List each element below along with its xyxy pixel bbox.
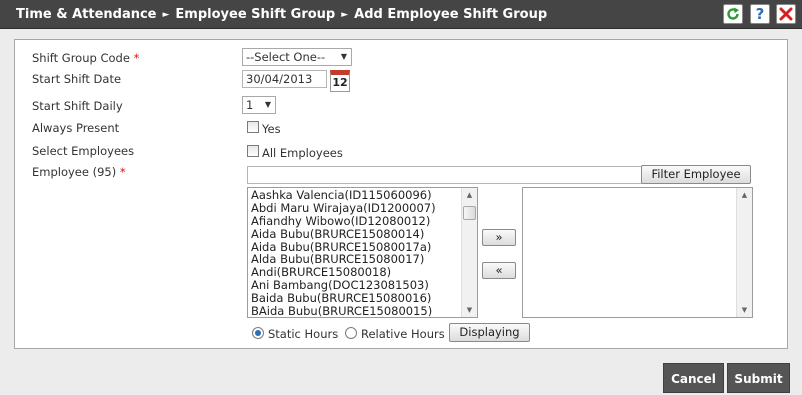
chevron-down-icon: ▼ [340,52,347,61]
static-hours-radio[interactable] [252,327,264,339]
breadcrumb: Time & Attendance ► Employee Shift Group ► A… [16,0,547,29]
list-item[interactable]: Aida Bubu(BRURCE15080014) [248,227,477,241]
refresh-button[interactable] [723,4,743,24]
selected-list-scrollbar[interactable]: ▲ ▼ [736,188,752,317]
shift-group-code-label: Shift Group Code * [32,51,140,65]
submit-button[interactable]: Submit [727,363,790,393]
chevron-down-icon: ▼ [264,100,271,109]
select-employees-label: Select Employees [32,144,135,158]
selected-employees-list[interactable]: ▲ ▼ [522,187,753,318]
start-shift-daily-select[interactable]: 1 ▼ [242,96,276,114]
displaying-button[interactable]: Displaying [449,323,530,342]
all-employees-checkbox[interactable] [247,145,259,157]
list-item[interactable]: BAida Bubu(BRURCE15080015) [248,305,477,317]
always-present-label: Always Present [32,121,120,135]
help-button[interactable]: ? [750,4,770,24]
start-shift-date-label: Start Shift Date [32,72,122,86]
relative-hours-radio[interactable] [345,327,357,339]
shift-group-code-value: --Select One-- [246,50,326,64]
relative-hours-label: Relative Hours [361,327,445,341]
start-shift-daily-value: 1 [246,98,254,112]
breadcrumb-separator: ► [162,10,170,20]
required-mark: * [119,165,126,179]
always-present-checkbox[interactable] [247,121,259,133]
page-title: Add Employee Shift Group [354,7,548,22]
close-icon [779,7,793,21]
list-item[interactable]: Afiandhy Wibowo(ID12080012) [248,214,477,228]
cancel-button[interactable]: Cancel [663,363,724,393]
page-header: Time & Attendance ► Employee Shift Group ► A… [0,0,802,29]
breadcrumb-employee-shift-group[interactable]: Employee Shift Group [175,7,335,22]
available-list-scrollbar[interactable]: ▲ ▼ [461,188,477,317]
breadcrumb-separator: ► [341,10,349,20]
refresh-icon [727,7,739,20]
scroll-down-icon[interactable]: ▼ [462,303,477,317]
help-icon: ? [755,5,765,23]
list-item[interactable]: Aashka Valencia(ID115060096) [248,189,477,202]
all-employees-label: All Employees [262,146,343,160]
form-panel: Shift Group Code * --Select One-- ▼ Star… [14,39,788,349]
scroll-up-icon[interactable]: ▲ [737,188,752,202]
available-employees-list[interactable]: Aashka Valencia(ID115060096) Abdi Maru W… [247,187,478,318]
start-shift-daily-label: Start Shift Daily [32,99,123,113]
required-mark: * [133,51,140,65]
employee-label: Employee (95) * [32,165,126,179]
move-right-button[interactable]: » [482,229,516,246]
move-left-button[interactable]: « [482,262,516,279]
shift-group-code-select[interactable]: --Select One-- ▼ [242,48,352,66]
breadcrumb-time-attendance[interactable]: Time & Attendance [16,7,157,22]
list-item[interactable]: Abdi Maru Wirajaya(ID1200007) [248,201,477,215]
static-hours-label: Static Hours [268,327,339,341]
always-present-yes-label: Yes [262,122,281,136]
scroll-thumb[interactable] [463,206,476,220]
calendar-icon[interactable]: 12 [330,70,350,92]
filter-employee-button[interactable]: Filter Employee [641,165,751,184]
scroll-down-icon[interactable]: ▼ [737,303,752,317]
start-shift-date-input[interactable]: 30/04/2013 [242,70,327,88]
close-button[interactable] [776,4,796,24]
scroll-up-icon[interactable]: ▲ [462,188,477,202]
employee-filter-input[interactable] [247,166,653,184]
